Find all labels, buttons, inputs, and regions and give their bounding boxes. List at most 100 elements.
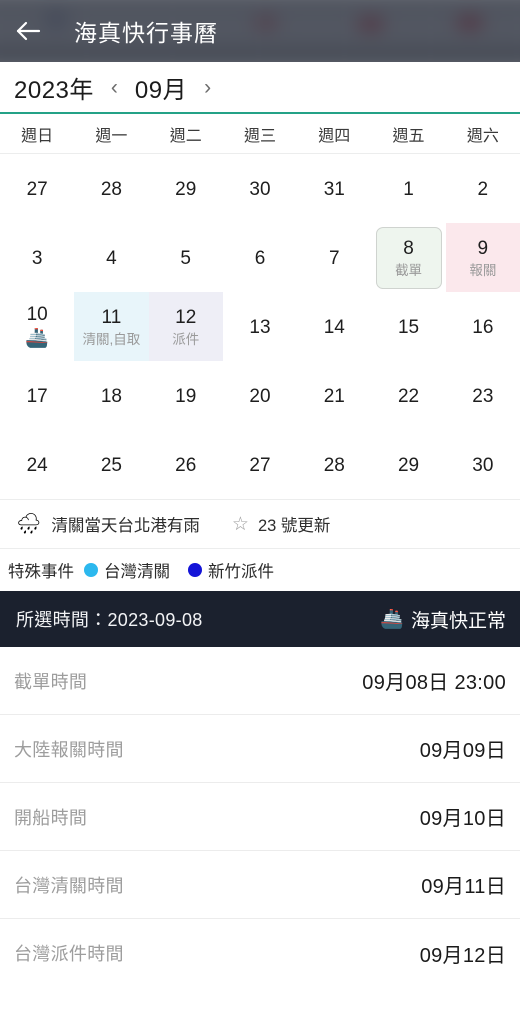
calendar-day-cell[interactable]: 25 <box>74 430 148 499</box>
legend-items: 台灣清關 新竹派件 <box>84 558 292 582</box>
calendar-day-cell[interactable]: 23 <box>446 361 520 430</box>
calendar-day-cell[interactable]: 27 <box>223 430 297 499</box>
selected-date-label: 所選時間：2023-09-08 <box>16 610 203 630</box>
calendar-day-number: 4 <box>106 247 117 269</box>
calendar-day-cell[interactable]: 7 <box>297 223 371 292</box>
calendar-day-cell[interactable]: 10 🚢 <box>0 292 74 361</box>
calendar-day-inner: 11 清關,自取 <box>74 292 149 361</box>
calendar-week-row: 3 4 5 6 7 8 截單 9 報關 <box>0 223 520 292</box>
calendar-day-cell[interactable]: 30 <box>446 430 520 499</box>
schedule-detail-label: 大陸報關時間 <box>14 739 124 760</box>
calendar-day-cell[interactable]: 11 清關,自取 <box>74 292 149 361</box>
calendar-day-cell[interactable]: 22 <box>371 361 445 430</box>
calendar-day-cell[interactable]: 30 <box>223 154 297 223</box>
schedule-detail-value: 09月12日 <box>419 944 506 967</box>
calendar-day-number: 20 <box>249 385 271 407</box>
shipping-status: 🚢 海真快正常 <box>380 606 506 633</box>
weather-note: 🌧 清關當天台北港有雨 <box>16 512 200 536</box>
weekday-header-row: 週日 週一 週二 週三 週四 週五 週六 <box>0 114 520 154</box>
calendar-day-cell[interactable]: 13 <box>223 292 297 361</box>
schedule-detail-list: 截單時間 09月08日 23:00 大陸報關時間 09月09日 開船時間 09月10日 台灣… <box>0 647 520 1024</box>
app-header: 海真快行事曆 <box>0 0 520 62</box>
calendar-day-cell[interactable]: 31 <box>297 154 371 223</box>
calendar-day-cell[interactable]: 5 <box>149 223 223 292</box>
schedule-detail-value: 09月09日 <box>419 740 506 762</box>
chevron-left-icon[interactable]: ‹ <box>108 77 121 98</box>
calendar-day-inner: 19 <box>149 361 223 430</box>
calendar-day-inner: 7 <box>297 223 371 292</box>
calendar-day-inner: 30 <box>446 430 520 499</box>
calendar-day-cell[interactable]: 24 <box>0 430 74 499</box>
calendar-day-cell[interactable]: 8 截單 <box>371 223 445 292</box>
calendar-day-cell[interactable]: 17 <box>0 361 74 430</box>
calendar-day-inner: 2 <box>446 154 520 223</box>
calendar-day-event-label: 派件 <box>172 331 200 347</box>
year-label: 2023年 <box>14 76 94 104</box>
calendar-day-number: 29 <box>397 454 420 476</box>
calendar-day-cell[interactable]: 18 <box>74 361 148 430</box>
calendar-app-screen: 海真快行事曆 2023年 ‹ 09月 › 週日 週一 週二 週三 週四 週五 週六 27 28… <box>0 0 520 1024</box>
calendar-day-inner: 14 <box>297 292 371 361</box>
calendar-day-cell[interactable]: 21 <box>297 361 371 430</box>
calendar-week-row: 24 25 26 27 28 29 30 <box>0 430 520 499</box>
calendar-day-number: 6 <box>254 247 266 269</box>
calendar-day-inner: 15 <box>371 292 445 361</box>
calendar-day-cell[interactable]: 26 <box>149 430 223 499</box>
calendar-day-inner: 27 <box>0 154 74 223</box>
ship-icon: 🚢 <box>380 608 404 630</box>
calendar-day-inner: 18 <box>74 361 148 430</box>
calendar-day-number: 24 <box>26 454 48 476</box>
schedule-detail-row: 台灣清關時間 09月11日 <box>0 851 520 919</box>
calendar-day-cell[interactable]: 14 <box>297 292 371 361</box>
calendar-day-inner: 22 <box>371 361 445 430</box>
calendar-day-number: 14 <box>323 316 345 338</box>
selected-date-bar: 所選時間：2023-09-08 🚢 海真快正常 <box>0 591 520 647</box>
schedule-detail-value: 09月10日 <box>419 808 506 830</box>
calendar-day-number: 30 <box>249 178 271 200</box>
calendar-week-row: 10 🚢 11 清關,自取 12 派件 13 14 15 16 <box>0 292 520 361</box>
calendar-day-cell[interactable]: 15 <box>371 292 445 361</box>
calendar-day-cell[interactable]: 20 <box>223 361 297 430</box>
calendar-day-inner: 24 <box>0 430 74 499</box>
back-button[interactable] <box>0 0 56 62</box>
calendar-day-number: 18 <box>100 385 122 407</box>
schedule-detail-row: 大陸報關時間 09月09日 <box>0 715 520 783</box>
calendar-day-cell[interactable]: 9 報關 <box>445 223 520 292</box>
calendar-day-number: 27 <box>249 454 271 476</box>
calendar-day-cell[interactable]: 12 派件 <box>148 292 223 361</box>
calendar-week-row: 27 28 29 30 31 1 2 <box>0 154 520 223</box>
calendar-day-inner: 17 <box>0 361 74 430</box>
calendar-day-cell[interactable]: 6 <box>223 223 297 292</box>
calendar-day-event-label: 截單 <box>395 262 423 278</box>
calendar-day-cell[interactable]: 2 <box>446 154 520 223</box>
calendar-day-cell[interactable]: 4 <box>74 223 148 292</box>
calendar-day-cell[interactable]: 16 <box>446 292 520 361</box>
chevron-right-icon[interactable]: › <box>201 77 214 98</box>
legend-color-dot <box>84 563 98 577</box>
schedule-detail-value: 09月11日 <box>421 876 506 898</box>
calendar-day-cell[interactable]: 28 <box>74 154 148 223</box>
calendar-day-inner: 12 派件 <box>148 292 223 361</box>
weekday-header-cell: 週一 <box>95 127 128 145</box>
schedule-detail-row: 截單時間 09月08日 23:00 <box>0 647 520 715</box>
legend-item: 台灣清關 <box>84 558 170 582</box>
calendar-day-number: 22 <box>397 385 420 407</box>
calendar-day-cell[interactable]: 29 <box>371 430 445 499</box>
back-arrow-icon <box>15 20 41 42</box>
schedule-detail-label: 截單時間 <box>14 671 88 692</box>
calendar-day-cell[interactable]: 29 <box>149 154 223 223</box>
calendar-day-inner: 1 <box>371 154 445 223</box>
calendar-day-cell[interactable]: 27 <box>0 154 74 223</box>
calendar-day-number: 12 <box>175 306 197 328</box>
calendar-day-inner: 29 <box>149 154 223 223</box>
calendar-day-cell[interactable]: 3 <box>0 223 74 292</box>
calendar-day-inner: 10 🚢 <box>0 292 74 361</box>
calendar-day-cell[interactable]: 28 <box>297 430 371 499</box>
calendar-day-cell[interactable]: 19 <box>149 361 223 430</box>
calendar-day-cell[interactable]: 1 <box>371 154 445 223</box>
calendar-day-number: 23 <box>472 385 494 407</box>
legend-item-label: 台灣清關 <box>104 563 170 581</box>
calendar-day-inner: 28 <box>74 154 148 223</box>
update-note[interactable]: ☆ 23 號更新 <box>232 512 330 536</box>
calendar-weeks: 27 28 29 30 31 1 2 3 4 5 6 7 8 截單 9 報關 10 🚢 11 清關,自取 12 派件 13 1… <box>0 154 520 499</box>
